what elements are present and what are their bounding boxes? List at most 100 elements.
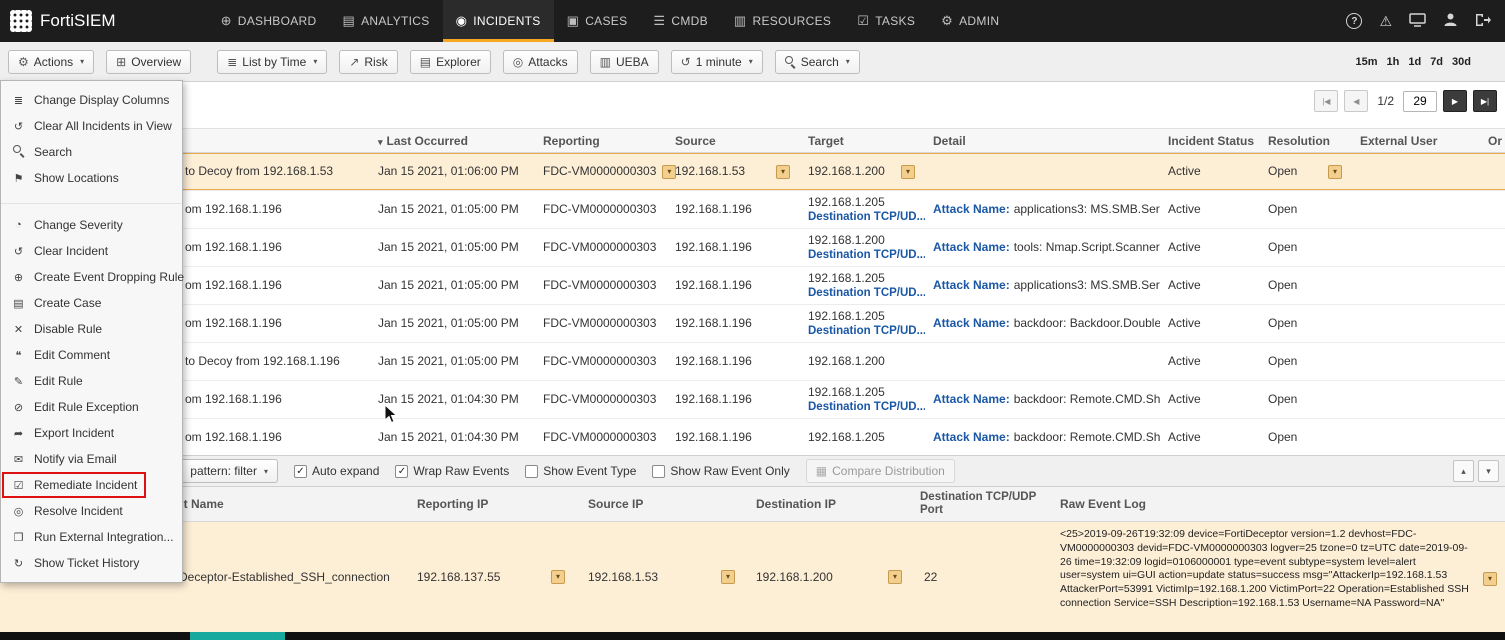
menu-item-resolve-incident[interactable]: ◎Resolve Incident	[1, 498, 182, 524]
col-event-name[interactable]: Event Name	[150, 497, 405, 511]
table-row[interactable]: om 192.168.1.196 Jan 15 2021, 01:04:30 P…	[0, 381, 1505, 419]
first-page-button[interactable]: |◀	[1314, 90, 1338, 112]
console-icon[interactable]	[1409, 13, 1426, 30]
search-button[interactable]: Search ▾	[775, 50, 860, 74]
last-occurred: Jan 15 2021, 01:05:00 PM	[370, 240, 535, 255]
nav-item-analytics[interactable]: ▤ANALYTICS	[329, 0, 442, 42]
menu-item-search[interactable]: Search	[1, 139, 182, 165]
nav-item-tasks[interactable]: ☑TASKS	[844, 0, 928, 42]
prev-page-button[interactable]: ◀	[1344, 90, 1368, 112]
dropdown-icon[interactable]	[888, 570, 902, 584]
dropdown-icon[interactable]	[901, 165, 915, 179]
target-ip: 192.168.1.205Destination TCP/UD...	[800, 309, 925, 339]
dropdown-icon[interactable]	[1328, 165, 1342, 179]
incident-status: Active	[1160, 316, 1260, 331]
menu-item-export-incident[interactable]: ➦Export Incident	[1, 420, 182, 446]
refresh-interval-button[interactable]: ↺ 1 minute ▾	[671, 50, 763, 74]
alert-icon[interactable]: ⚠	[1379, 13, 1392, 30]
checkbox-show-raw-event-only[interactable]: Show Raw Event Only	[652, 464, 789, 478]
event-row[interactable]: Jan 15 2021, 01:04:46 PM FortiDeceptor-E…	[0, 522, 1505, 632]
risk-button[interactable]: ↗ Risk	[339, 50, 397, 74]
col-reporting[interactable]: Reporting	[535, 134, 667, 148]
time-range-1d[interactable]: 1d	[1408, 56, 1421, 68]
checkbox-show-event-type[interactable]: Show Event Type	[525, 464, 636, 478]
col-destination-port[interactable]: Destination TCP/UDP Port	[912, 491, 1052, 517]
nav-item-admin[interactable]: ⚙ADMIN	[928, 0, 1012, 42]
dropdown-icon[interactable]	[776, 165, 790, 179]
help-icon[interactable]: ?	[1346, 13, 1362, 29]
refresh-icon: ↺	[681, 55, 691, 69]
col-target[interactable]: Target	[800, 134, 925, 148]
table-row[interactable]: om 192.168.1.196 Jan 15 2021, 01:05:00 P…	[0, 305, 1505, 343]
table-row[interactable]: om 192.168.1.196 Jan 15 2021, 01:05:00 P…	[0, 229, 1505, 267]
col-last-occurred[interactable]: ▾Last Occurred	[370, 134, 535, 148]
user-icon[interactable]	[1443, 12, 1458, 30]
actions-button[interactable]: ⚙ Actions ▾	[8, 50, 94, 74]
menu-item-edit-rule-exception[interactable]: ⊘Edit Rule Exception	[1, 394, 182, 420]
table-row[interactable]: om 192.168.1.196 Jan 15 2021, 01:05:00 P…	[0, 267, 1505, 305]
checkbox-auto-expand[interactable]: Auto expand	[294, 464, 379, 478]
dropdown-icon[interactable]	[1483, 572, 1497, 586]
time-range-1h[interactable]: 1h	[1387, 56, 1400, 68]
incident-table: ▾Last Occurred Reporting Source Target D…	[0, 128, 1505, 447]
expand-down-button[interactable]: ▾	[1478, 460, 1499, 482]
menu-item-disable-rule[interactable]: ✕Disable Rule	[1, 316, 182, 342]
attacks-button[interactable]: ◎ Attacks	[503, 50, 578, 74]
nav-item-resources[interactable]: ▥RESOURCES	[721, 0, 844, 42]
menu-item-clear-incident[interactable]: ↺Clear Incident	[1, 238, 182, 264]
col-destination-ip[interactable]: Destination IP	[745, 497, 912, 511]
reporting-device: FDC-VM0000000303	[535, 354, 667, 369]
logout-icon[interactable]	[1475, 13, 1491, 30]
table-row[interactable]: to Decoy from 192.168.1.53 Jan 15 2021, …	[0, 153, 1505, 191]
reporting-device: FDC-VM0000000303	[535, 316, 667, 331]
menu-item-remediate-incident[interactable]: ☑Remediate Incident	[1, 472, 182, 498]
list-by-time-button[interactable]: ≣ List by Time ▾	[217, 50, 327, 74]
col-detail[interactable]: Detail	[925, 134, 1160, 148]
dropdown-icon[interactable]	[721, 570, 735, 584]
nav-item-incidents[interactable]: ◉INCIDENTS	[443, 0, 554, 42]
col-incident-status[interactable]: Incident Status	[1160, 134, 1260, 148]
menu-item-clear-all-incidents[interactable]: ↺Clear All Incidents in View	[1, 113, 182, 139]
col-external-user[interactable]: External User	[1352, 134, 1480, 148]
menu-item-edit-rule[interactable]: ✎Edit Rule	[1, 368, 182, 394]
checkbox-checked-icon	[294, 465, 307, 478]
checkbox-wrap-raw-events[interactable]: Wrap Raw Events	[395, 464, 509, 478]
ueba-button[interactable]: ▥ UEBA	[590, 50, 659, 74]
time-range-30d[interactable]: 30d	[1452, 56, 1471, 68]
menu-item-create-event-dropping-rule[interactable]: ⊕Create Event Dropping Rule	[1, 264, 182, 290]
table-row[interactable]: om 192.168.1.196 Jan 15 2021, 01:05:00 P…	[0, 191, 1505, 229]
table-row[interactable]: to Decoy from 192.168.1.196 Jan 15 2021,…	[0, 343, 1505, 381]
col-source-ip[interactable]: Source IP	[575, 497, 745, 511]
col-organization[interactable]: Or	[1480, 134, 1505, 148]
menu-item-edit-comment[interactable]: ❝Edit Comment	[1, 342, 182, 368]
page-size-input[interactable]	[1403, 91, 1437, 112]
menu-item-show-locations[interactable]: ⚑Show Locations	[1, 165, 182, 191]
caret-down-icon: ▾	[749, 57, 753, 66]
explorer-button[interactable]: ▤ Explorer	[410, 50, 491, 74]
time-range-15m[interactable]: 15m	[1355, 56, 1377, 68]
col-source[interactable]: Source	[667, 134, 800, 148]
menu-item-show-ticket-history[interactable]: ↻Show Ticket History	[1, 550, 182, 576]
table-row[interactable]: om 192.168.1.196 Jan 15 2021, 01:04:30 P…	[0, 419, 1505, 447]
nav-item-cases[interactable]: ▣CASES	[554, 0, 641, 42]
col-raw-event-log[interactable]: Raw Event Log	[1052, 497, 1505, 511]
overview-button[interactable]: ⊞ Overview	[106, 50, 191, 74]
menu-item-notify-via-email[interactable]: ✉Notify via Email	[1, 446, 182, 472]
nav-item-cmdb[interactable]: ☰CMDB	[640, 0, 721, 42]
next-page-button[interactable]: ▶	[1443, 90, 1467, 112]
menu-item-change-display-columns[interactable]: ≣Change Display Columns	[1, 87, 182, 113]
menu-item-create-case[interactable]: ▤Create Case	[1, 290, 182, 316]
time-range-7d[interactable]: 7d	[1430, 56, 1443, 68]
collapse-up-button[interactable]: ▴	[1453, 460, 1474, 482]
col-resolution[interactable]: Resolution	[1260, 134, 1352, 148]
menu-item-change-severity[interactable]: ◔Change Severity	[1, 212, 182, 238]
detail: Attack Name:tools: Nmap.Script.Scanner	[925, 240, 1160, 255]
last-page-button[interactable]: ▶|	[1473, 90, 1497, 112]
col-reporting-ip[interactable]: Reporting IP	[405, 497, 575, 511]
admin-icon: ⚙	[941, 13, 953, 29]
nav-item-dashboard[interactable]: ⊕DASHBOARD	[208, 0, 330, 42]
brand: FortiSIEM	[10, 10, 116, 32]
menu-item-run-external-integration[interactable]: ❒Run External Integration...	[1, 524, 182, 550]
compare-distribution-button[interactable]: ▦ Compare Distribution	[806, 459, 955, 483]
dropdown-icon[interactable]	[551, 570, 565, 584]
